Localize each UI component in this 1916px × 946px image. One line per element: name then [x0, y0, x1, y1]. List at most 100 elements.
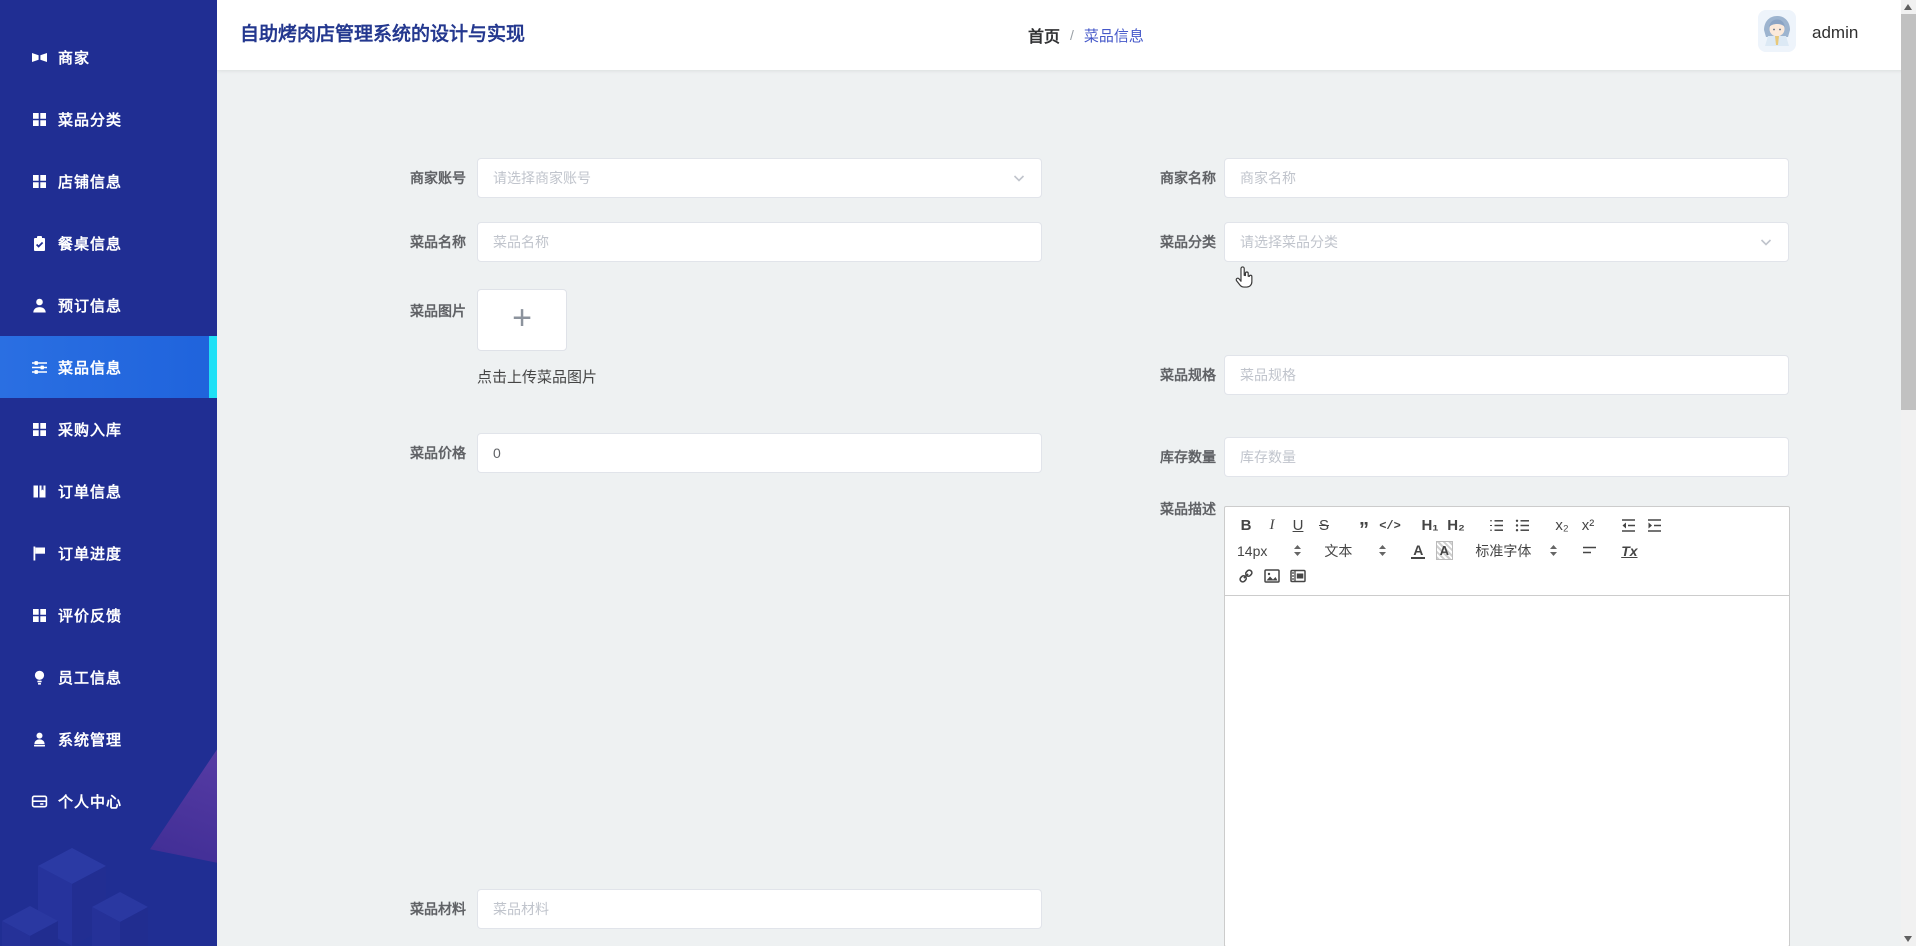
sidebar-item-label: 餐桌信息 — [58, 235, 123, 253]
align-button[interactable] — [1576, 538, 1602, 563]
stock-qty-field[interactable] — [1224, 437, 1789, 477]
font-family-picker[interactable]: 标准字体 — [1471, 538, 1562, 563]
sidebar-item-dish-info[interactable]: 菜品信息 — [0, 336, 217, 398]
superscript-button[interactable]: x² — [1575, 513, 1601, 538]
dish-spec-label: 菜品规格 — [1160, 367, 1216, 383]
image-icon[interactable] — [1259, 563, 1285, 588]
editor-toolbar: B I U S ” </> H₁ H₂ x₂ x² 14px 文本 A A 标准… — [1225, 507, 1789, 596]
sidebar-item-merchant[interactable]: 商家 — [0, 26, 217, 88]
sidebar-item-label: 系统管理 — [58, 731, 123, 749]
bold-button[interactable]: B — [1233, 513, 1259, 538]
font-size-picker[interactable]: 14px — [1233, 538, 1306, 563]
underline-button[interactable]: U — [1285, 513, 1311, 538]
text-color-button[interactable]: A — [1411, 543, 1426, 559]
dish-category-placeholder: 请选择菜品分类 — [1240, 234, 1338, 250]
sidebar-item-label: 菜品分类 — [58, 111, 123, 129]
blockquote-button[interactable]: ” — [1351, 513, 1377, 540]
dish-spec-field[interactable] — [1224, 355, 1789, 395]
header1-button[interactable]: H₁ — [1417, 513, 1443, 538]
scrollbar-thumb[interactable] — [1901, 14, 1916, 410]
merchant-name-input[interactable] — [1240, 170, 1773, 186]
sidebar-item-label: 个人中心 — [58, 793, 123, 811]
user-badge-icon — [31, 731, 48, 748]
italic-button[interactable]: I — [1259, 513, 1285, 538]
dish-price-field[interactable] — [477, 433, 1042, 473]
merchant-account-placeholder: 请选择商家账号 — [493, 170, 591, 186]
sidebar-item-system-management[interactable]: 系统管理 — [0, 708, 217, 770]
dish-image-label: 菜品图片 — [410, 303, 466, 319]
sidebar-item-reservation-info[interactable]: 预订信息 — [0, 274, 217, 336]
mouse-cursor-hand — [1231, 265, 1257, 298]
bullet-list-button[interactable] — [1509, 513, 1535, 538]
dish-image-upload[interactable]: + — [477, 289, 567, 351]
grid-icon — [31, 607, 48, 624]
sidebar-item-store-info[interactable]: 店铺信息 — [0, 150, 217, 212]
dish-price-label: 菜品价格 — [410, 445, 466, 461]
header-style-picker[interactable]: 文本 — [1320, 538, 1391, 563]
outdent-button[interactable] — [1615, 513, 1641, 538]
scrollbar-up-arrow[interactable] — [1904, 4, 1912, 10]
dish-name-input[interactable] — [493, 234, 1026, 250]
stock-qty-label: 库存数量 — [1160, 449, 1216, 465]
breadcrumb-current-link[interactable]: 菜品信息 — [1084, 25, 1144, 46]
sidebar-item-purchase-inbound[interactable]: 采购入库 — [0, 398, 217, 460]
dish-material-input[interactable] — [493, 901, 1026, 917]
sliders-icon — [31, 359, 48, 376]
vertical-scrollbar[interactable] — [1901, 0, 1916, 946]
upload-hint-text: 点击上传菜品图片 — [477, 369, 598, 386]
indent-button[interactable] — [1641, 513, 1667, 538]
sidebar-item-label: 菜品信息 — [58, 359, 123, 377]
shop-icon — [31, 49, 48, 66]
user-name[interactable]: admin — [1812, 0, 1858, 70]
dish-desc-editor: B I U S ” </> H₁ H₂ x₂ x² 14px 文本 A A 标准… — [1224, 506, 1790, 946]
page-title: 自助烤肉店管理系统的设计与实现 — [240, 24, 526, 45]
sidebar-item-label: 采购入库 — [58, 421, 123, 439]
dish-category-select[interactable]: 请选择菜品分类 — [1224, 222, 1789, 262]
sidebar-item-label: 订单信息 — [58, 483, 123, 501]
dish-material-label: 菜品材料 — [410, 901, 466, 917]
flag-icon — [31, 545, 48, 562]
sidebar-item-label: 评价反馈 — [58, 607, 123, 625]
header2-button[interactable]: H₂ — [1443, 513, 1469, 538]
sidebar-item-employee-info[interactable]: 员工信息 — [0, 646, 217, 708]
scrollbar-down-arrow[interactable] — [1904, 936, 1912, 942]
sidebar-item-feedback[interactable]: 评价反馈 — [0, 584, 217, 646]
sidebar-item-table-info[interactable]: 餐桌信息 — [0, 212, 217, 274]
merchant-name-label: 商家名称 — [1160, 170, 1216, 186]
sidebar-item-personal-center[interactable]: 个人中心 — [0, 770, 217, 832]
merchant-account-select[interactable]: 请选择商家账号 — [477, 158, 1042, 198]
wallet-icon — [31, 793, 48, 810]
user-icon — [31, 297, 48, 314]
sidebar-item-order-progress[interactable]: 订单进度 — [0, 522, 217, 584]
clipboard-check-icon — [31, 235, 48, 252]
sidebar-item-dish-category[interactable]: 菜品分类 — [0, 88, 217, 150]
sidebar-decor-cubes — [2, 848, 148, 946]
editor-content-area[interactable] — [1225, 596, 1789, 942]
app-window: 商家 菜品分类 店铺信息 餐桌信息 预订信息 菜品信息 采购入库 订单信息 订单… — [0, 0, 1916, 946]
bg-color-button[interactable]: A — [1435, 541, 1454, 560]
dish-name-field[interactable] — [477, 222, 1042, 262]
dish-material-field[interactable] — [477, 889, 1042, 929]
breadcrumb-home-link[interactable]: 首页 — [1028, 23, 1060, 47]
sidebar-item-label: 商家 — [58, 49, 91, 67]
stock-qty-input[interactable] — [1240, 449, 1773, 465]
sidebar-item-label: 预订信息 — [58, 297, 123, 315]
video-icon[interactable] — [1285, 563, 1311, 588]
grid-icon — [31, 173, 48, 190]
clear-format-button[interactable]: Tx — [1621, 543, 1637, 559]
subscript-button[interactable]: x₂ — [1549, 513, 1575, 538]
dish-desc-label: 菜品描述 — [1160, 501, 1216, 517]
sidebar-item-order-info[interactable]: 订单信息 — [0, 460, 217, 522]
ordered-list-button[interactable] — [1483, 513, 1509, 538]
merchant-name-field[interactable] — [1224, 158, 1789, 198]
dish-price-input[interactable] — [493, 445, 1026, 461]
link-icon[interactable] — [1233, 563, 1259, 588]
code-button[interactable]: </> — [1377, 513, 1403, 538]
avatar[interactable] — [1758, 10, 1796, 52]
merchant-account-label: 商家账号 — [410, 170, 466, 186]
dish-category-label: 菜品分类 — [1160, 234, 1216, 250]
strikethrough-button[interactable]: S — [1311, 513, 1337, 538]
dish-spec-input[interactable] — [1240, 367, 1773, 383]
breadcrumb: 首页 / 菜品信息 — [1028, 0, 1144, 70]
chevron-down-icon — [1759, 235, 1773, 249]
